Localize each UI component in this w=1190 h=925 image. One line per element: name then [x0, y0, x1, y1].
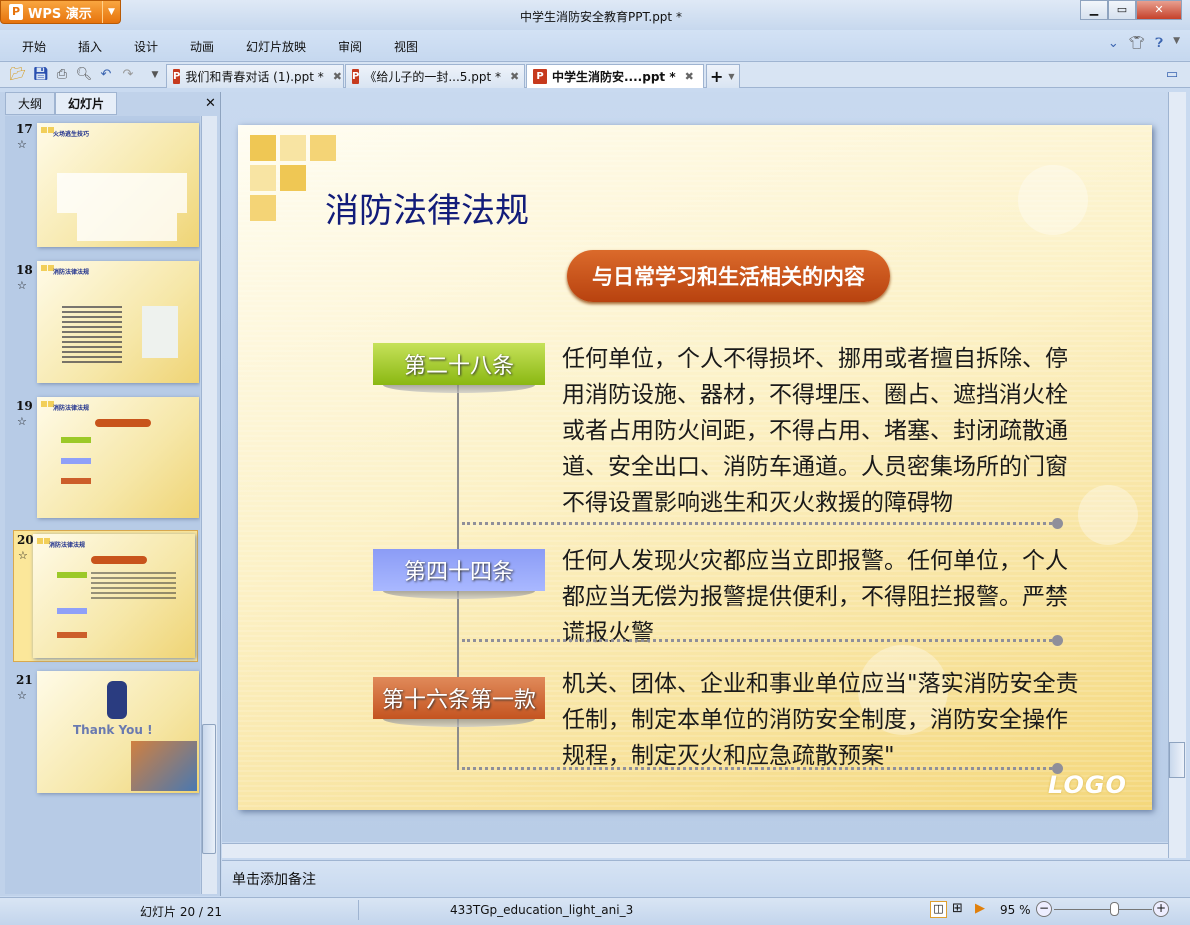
close-tab-icon[interactable]: ✖ — [510, 70, 519, 83]
maximize-button[interactable]: ▭ — [1108, 0, 1136, 20]
close-panel-icon[interactable]: ✕ — [205, 96, 216, 111]
document-tab-bar: 📂︎ 💾︎ ⎙ 🔍︎ ↶ ↷ ▼ P 我们和青春对话 (1).ppt * ✖ P 《给… — [0, 61, 1190, 88]
article-text-44[interactable]: 任何人发现火灾都应当立即报警。任何单位，个人都应当无偿为报警提供便利，不得阻拦报… — [562, 543, 1082, 651]
wps-app-menu-button[interactable]: P WPS 演示 ▼ — [0, 0, 121, 24]
plus-icon: + — [710, 67, 724, 86]
menu-slideshow[interactable]: 幻灯片放映 — [246, 38, 306, 55]
template-name: 433TGp_education_light_ani_3 — [450, 903, 634, 917]
slideshow-icon[interactable]: ▶ — [975, 901, 985, 916]
close-button[interactable]: ✕ — [1136, 0, 1182, 20]
zoom-slider-thumb[interactable] — [1109, 902, 1119, 916]
notes-input[interactable]: 单击添加备注 — [222, 860, 1190, 896]
chevron-down-icon[interactable]: ▼ — [728, 72, 734, 81]
slide-thumb-21[interactable]: 21 ☆ Thank You ! — [13, 671, 199, 795]
slide-thumb-20-selected[interactable]: 20 ☆ 消防法律法规 — [13, 530, 198, 662]
close-tab-icon[interactable]: ✖ — [685, 70, 694, 83]
slide-canvas[interactable]: 消防法律法规 与日常学习和生活相关的内容 第二十八条 任何单位，个人不得损坏、挪… — [238, 125, 1152, 810]
divider-dotted — [462, 635, 1063, 646]
slide-thumb-19[interactable]: 19 ☆ 消防法律法规 — [13, 397, 199, 519]
slide-position: 幻灯片 20 / 21 — [140, 905, 223, 919]
animation-star-icon: ☆ — [17, 279, 27, 292]
normal-view-icon[interactable]: ◫ — [930, 901, 947, 918]
menu-animation[interactable]: 动画 — [190, 38, 214, 55]
wps-logo-icon: P — [9, 4, 23, 20]
article-label-44[interactable]: 第四十四条 — [373, 549, 545, 599]
window-switch-icon[interactable]: ▭ — [1163, 66, 1181, 84]
menu-home[interactable]: 开始 — [22, 38, 46, 55]
help-icon[interactable]: ❓︎ — [1155, 36, 1163, 51]
print-icon[interactable]: ⎙ — [53, 66, 71, 84]
zoom-out-button[interactable]: − — [1036, 901, 1052, 917]
menu-view[interactable]: 视图 — [394, 38, 418, 55]
menu-review[interactable]: 审阅 — [338, 38, 362, 55]
close-tab-icon[interactable]: ✖ — [333, 70, 342, 83]
minimize-button[interactable]: ▁ — [1080, 0, 1108, 20]
zoom-level: 95 % — [1000, 903, 1031, 917]
horizontal-scrollbar[interactable] — [222, 843, 1168, 858]
subtitle-banner[interactable]: 与日常学习和生活相关的内容 — [567, 250, 890, 302]
slide-sorter-icon[interactable]: ⊞ — [952, 901, 963, 916]
doc-tab-1[interactable]: P 我们和青春对话 (1).ppt * ✖ — [166, 64, 344, 88]
chevron-down-icon[interactable]: ▼ — [102, 1, 120, 23]
thumbnail-scroll-thumb[interactable] — [202, 724, 216, 854]
animation-star-icon: ☆ — [18, 549, 28, 562]
divider-dotted — [462, 763, 1063, 774]
animation-star-icon: ☆ — [17, 138, 27, 151]
divider-dotted — [462, 518, 1063, 529]
skin-shirt-icon[interactable]: 👕︎ — [1129, 36, 1146, 51]
new-tab-button[interactable]: + ▼ — [706, 64, 740, 88]
collapse-ribbon-icon[interactable]: ⌄ — [1108, 36, 1119, 51]
article-label-16[interactable]: 第十六条第一款 — [373, 677, 545, 727]
doc-tab-3-active[interactable]: P 中学生消防安....ppt * ✖ — [526, 64, 704, 88]
ppt-file-icon: P — [173, 69, 181, 84]
doc-tab-2[interactable]: P 《给儿子的一封...5.ppt * ✖ — [345, 64, 525, 88]
ppt-file-icon: P — [352, 69, 360, 84]
article-text-28[interactable]: 任何单位，个人不得损坏、挪用或者擅自拆除、停用消防设施、器材，不得埋压、圈占、遮… — [562, 341, 1082, 521]
slide-title[interactable]: 消防法律法规 — [325, 183, 529, 232]
article-text-16[interactable]: 机关、团体、企业和事业单位应当"落实消防安全责任制，制定本单位的消防安全制度，消… — [562, 666, 1087, 774]
vertical-scroll-thumb[interactable] — [1169, 742, 1185, 778]
open-folder-icon[interactable]: 📂︎ — [9, 66, 27, 84]
slide-thumb-18[interactable]: 18 ☆ 消防法律法规 — [13, 261, 199, 385]
tab-slides[interactable]: 幻灯片 — [55, 92, 118, 115]
slide-panel: 大纲 幻灯片 ✕ 17 ☆ 火场逃生技巧 18 ☆ 消防法律法规 19 ☆ 消防法律法规… — [0, 92, 221, 896]
status-bar: 幻灯片 20 / 21 433TGp_education_light_ani_3… — [0, 897, 1190, 925]
zoom-slider-track[interactable] — [1054, 909, 1152, 910]
menu-insert[interactable]: 插入 — [78, 38, 102, 55]
customize-toolbar-icon[interactable]: ▼ — [146, 66, 164, 84]
animation-star-icon: ☆ — [17, 689, 27, 702]
logo-text: LOGO — [1048, 771, 1127, 799]
chevron-down-icon[interactable]: ▼ — [1173, 36, 1180, 51]
ppt-file-icon: P — [533, 69, 547, 84]
save-icon[interactable]: 💾︎ — [32, 66, 50, 84]
divider — [358, 900, 359, 920]
redo-icon[interactable]: ↷ — [119, 66, 137, 84]
article-label-28[interactable]: 第二十八条 — [373, 343, 545, 393]
menu-design[interactable]: 设计 — [134, 38, 158, 55]
print-preview-icon[interactable]: 🔍︎ — [75, 66, 93, 84]
slide-thumb-17[interactable]: 17 ☆ 火场逃生技巧 — [13, 120, 199, 248]
animation-star-icon: ☆ — [17, 415, 27, 428]
zoom-in-button[interactable]: + — [1153, 901, 1169, 917]
menu-bar: 开始 插入 设计 动画 幻灯片放映 审阅 视图 — [0, 30, 1190, 60]
undo-icon[interactable]: ↶ — [97, 66, 115, 84]
window-title: 中学生消防安全教育PPT.ppt * — [520, 10, 682, 24]
tab-outline[interactable]: 大纲 — [5, 92, 56, 115]
